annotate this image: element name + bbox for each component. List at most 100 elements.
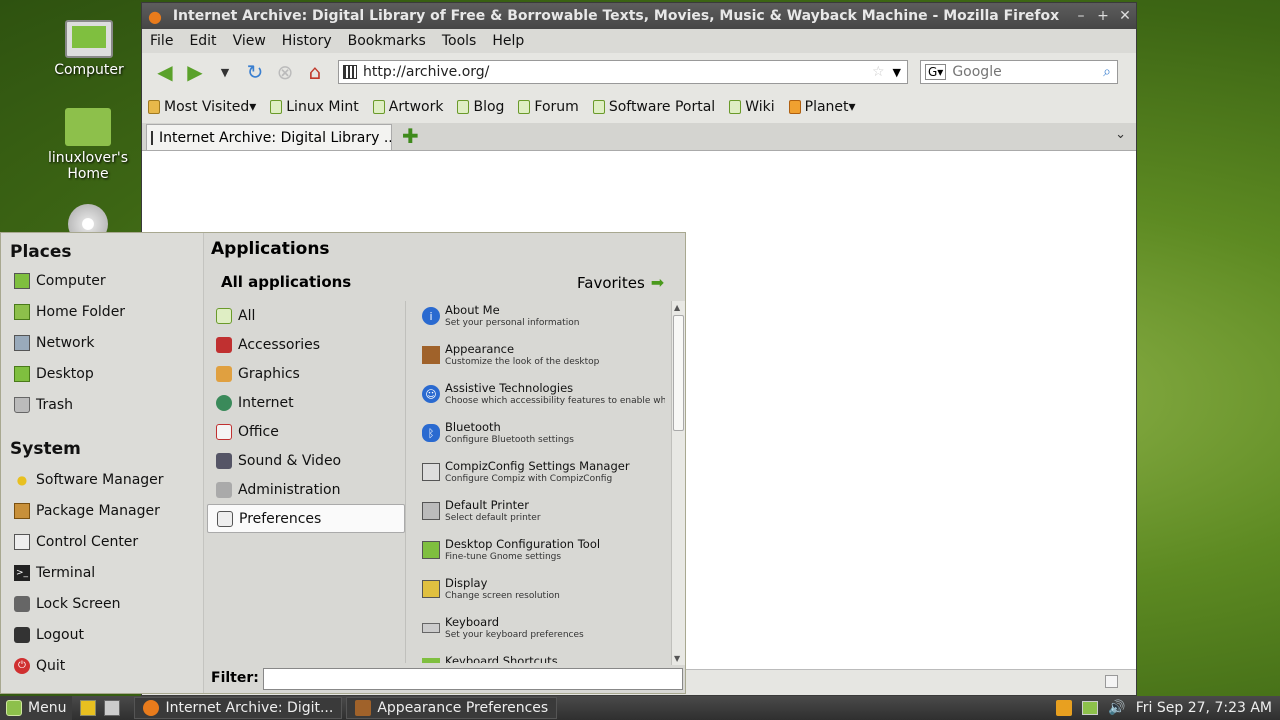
system-logout[interactable]: Logout <box>1 619 203 650</box>
menu-help[interactable]: Help <box>492 33 524 49</box>
bookmark-planet[interactable]: Planet ▾ <box>788 99 856 115</box>
menu-bookmarks[interactable]: Bookmarks <box>348 33 426 49</box>
bookmarks-toolbar: Most Visited ▾ Linux Mint Artwork Blog Fo… <box>142 91 1136 123</box>
window-titlebar[interactable]: ● Internet Archive: Digital Library of F… <box>142 3 1136 29</box>
volume-icon[interactable]: 🔊 <box>1108 700 1125 716</box>
app-appearance[interactable]: Appearance Customize the look of the desk… <box>406 340 673 379</box>
accessories-icon <box>216 336 232 353</box>
app-display[interactable]: Display Change screen resolution <box>406 574 673 613</box>
app-bluetooth[interactable]: ᛒ Bluetooth Configure Bluetooth settings <box>406 418 673 457</box>
category-graphics[interactable]: Graphics <box>207 359 405 388</box>
search-icon[interactable]: ⌕ <box>1103 64 1111 80</box>
place-network[interactable]: Network <box>1 327 203 358</box>
category-accessories[interactable]: Accessories <box>207 330 405 359</box>
text-editor-launcher-icon[interactable] <box>80 700 97 716</box>
bookmark-star-icon[interactable]: ☆ <box>872 64 885 80</box>
back-button[interactable]: ◀ <box>150 57 180 87</box>
url-text: http://archive.org/ <box>363 64 490 80</box>
app-desktop-configuration-tool[interactable]: Desktop Configuration Tool Fine-tune Gnom… <box>406 535 673 574</box>
appearance-icon <box>355 700 372 716</box>
app-default-printer[interactable]: Default Printer Select default printer <box>406 496 673 535</box>
scroll-up-icon[interactable]: ▲ <box>674 303 680 312</box>
history-dropdown-icon[interactable]: ▼ <box>210 57 240 87</box>
app-keyboard-shortcuts[interactable]: Keyboard Shortcuts <box>406 652 673 663</box>
bookmark-linux-mint[interactable]: Linux Mint <box>270 99 359 115</box>
place-computer[interactable]: Computer <box>1 265 203 296</box>
trash-icon <box>14 396 30 413</box>
package-manager-icon <box>14 502 30 519</box>
network-icon[interactable] <box>1082 701 1099 715</box>
desktop-icon-computer[interactable]: Computer <box>29 20 149 78</box>
app-assistive-technologies[interactable]: ☺ Assistive Technologies Choose which acce… <box>406 379 673 418</box>
app-about-me[interactable]: i About Me Set your personal information <box>406 301 673 340</box>
tab-internet-archive[interactable]: Internet Archive: Digital Library ... <box>146 124 392 150</box>
place-trash[interactable]: Trash <box>1 389 203 420</box>
menu-tools[interactable]: Tools <box>442 33 477 49</box>
resize-grip-icon[interactable] <box>1105 675 1118 688</box>
bookmark-forum[interactable]: Forum <box>518 99 579 115</box>
scroll-down-icon[interactable]: ▼ <box>674 654 680 663</box>
site-favicon <box>151 130 153 145</box>
minimize-button[interactable]: – <box>1070 8 1092 24</box>
bookmark-software-portal[interactable]: Software Portal <box>592 99 715 115</box>
search-engine-icon[interactable]: G▾ <box>925 64 947 80</box>
all-applications-label: All applications <box>221 273 352 291</box>
url-bar[interactable]: http://archive.org/ ☆ ▼ <box>338 60 908 84</box>
mint-icon <box>457 100 470 114</box>
place-home-folder[interactable]: Home Folder <box>1 296 203 327</box>
filter-input[interactable] <box>263 668 683 690</box>
graphics-icon <box>216 365 232 382</box>
maximize-button[interactable]: + <box>1092 8 1114 24</box>
app-compizconfig[interactable]: CompizConfig Settings Manager Configure C… <box>406 457 673 496</box>
mint-icon <box>216 307 232 324</box>
category-internet[interactable]: Internet <box>207 388 405 417</box>
system-control-center[interactable]: Control Center <box>1 526 203 557</box>
system-quit[interactable]: ⏻ Quit <box>1 650 203 681</box>
bookmark-blog[interactable]: Blog <box>457 99 504 115</box>
system-lock-screen[interactable]: Lock Screen <box>1 588 203 619</box>
clock[interactable]: Fri Sep 27, 7:23 AM <box>1136 700 1272 716</box>
bookmark-most-visited[interactable]: Most Visited ▾ <box>148 99 256 115</box>
menu-edit[interactable]: Edit <box>189 33 216 49</box>
category-office[interactable]: Office <box>207 417 405 446</box>
category-all[interactable]: All <box>207 301 405 330</box>
taskbar-item-firefox[interactable]: Internet Archive: Digit... <box>134 697 343 719</box>
update-manager-icon[interactable] <box>1056 700 1073 716</box>
menu-file[interactable]: File <box>150 33 173 49</box>
terminal-launcher-icon[interactable] <box>104 700 121 716</box>
bookmark-artwork[interactable]: Artwork <box>372 99 443 115</box>
category-sound-video[interactable]: Sound & Video <box>207 446 405 475</box>
bookmark-wiki[interactable]: Wiki <box>729 99 775 115</box>
home-icon[interactable]: ⌂ <box>300 57 330 87</box>
menu-button[interactable]: Menu <box>0 696 73 720</box>
url-dropdown-icon[interactable]: ▼ <box>893 66 901 79</box>
chevron-down-icon[interactable]: ⌄ <box>1115 127 1126 142</box>
menu-view[interactable]: View <box>233 33 266 49</box>
category-preferences[interactable]: Preferences <box>207 504 405 533</box>
mint-icon <box>270 100 283 114</box>
stop-icon[interactable]: ⊗ <box>270 57 300 87</box>
printer-icon <box>422 502 440 520</box>
reload-icon[interactable]: ↻ <box>240 57 270 87</box>
search-bar[interactable]: G▾ ⌕ <box>920 60 1118 84</box>
forward-button[interactable]: ▶ <box>180 57 210 87</box>
close-button[interactable]: ✕ <box>1114 8 1136 24</box>
new-tab-icon[interactable]: ✚ <box>402 124 419 148</box>
system-terminal[interactable]: >_ Terminal <box>1 557 203 588</box>
mint-menu: Places Computer Home Folder Network Desk… <box>0 232 686 694</box>
search-input[interactable] <box>946 64 1104 80</box>
desktop-icon-home[interactable]: linuxlover's Home <box>28 108 148 182</box>
taskbar-item-appearance[interactable]: Appearance Preferences <box>346 697 558 719</box>
favorites-button[interactable]: Favorites ➡ <box>577 273 664 292</box>
category-administration[interactable]: Administration <box>207 475 405 504</box>
menu-history[interactable]: History <box>282 33 332 49</box>
app-keyboard[interactable]: Keyboard Set your keyboard preferences <box>406 613 673 652</box>
keyboard-shortcuts-icon <box>422 658 440 663</box>
mint-icon <box>592 100 605 114</box>
place-desktop[interactable]: Desktop <box>1 358 203 389</box>
desktop-icon-label: Computer <box>54 62 124 78</box>
application-list-scrollbar[interactable]: ▲ ▼ <box>671 301 685 665</box>
system-software-manager[interactable]: ● Software Manager <box>1 464 203 495</box>
system-package-manager[interactable]: Package Manager <box>1 495 203 526</box>
scrollbar-thumb[interactable] <box>673 315 684 431</box>
